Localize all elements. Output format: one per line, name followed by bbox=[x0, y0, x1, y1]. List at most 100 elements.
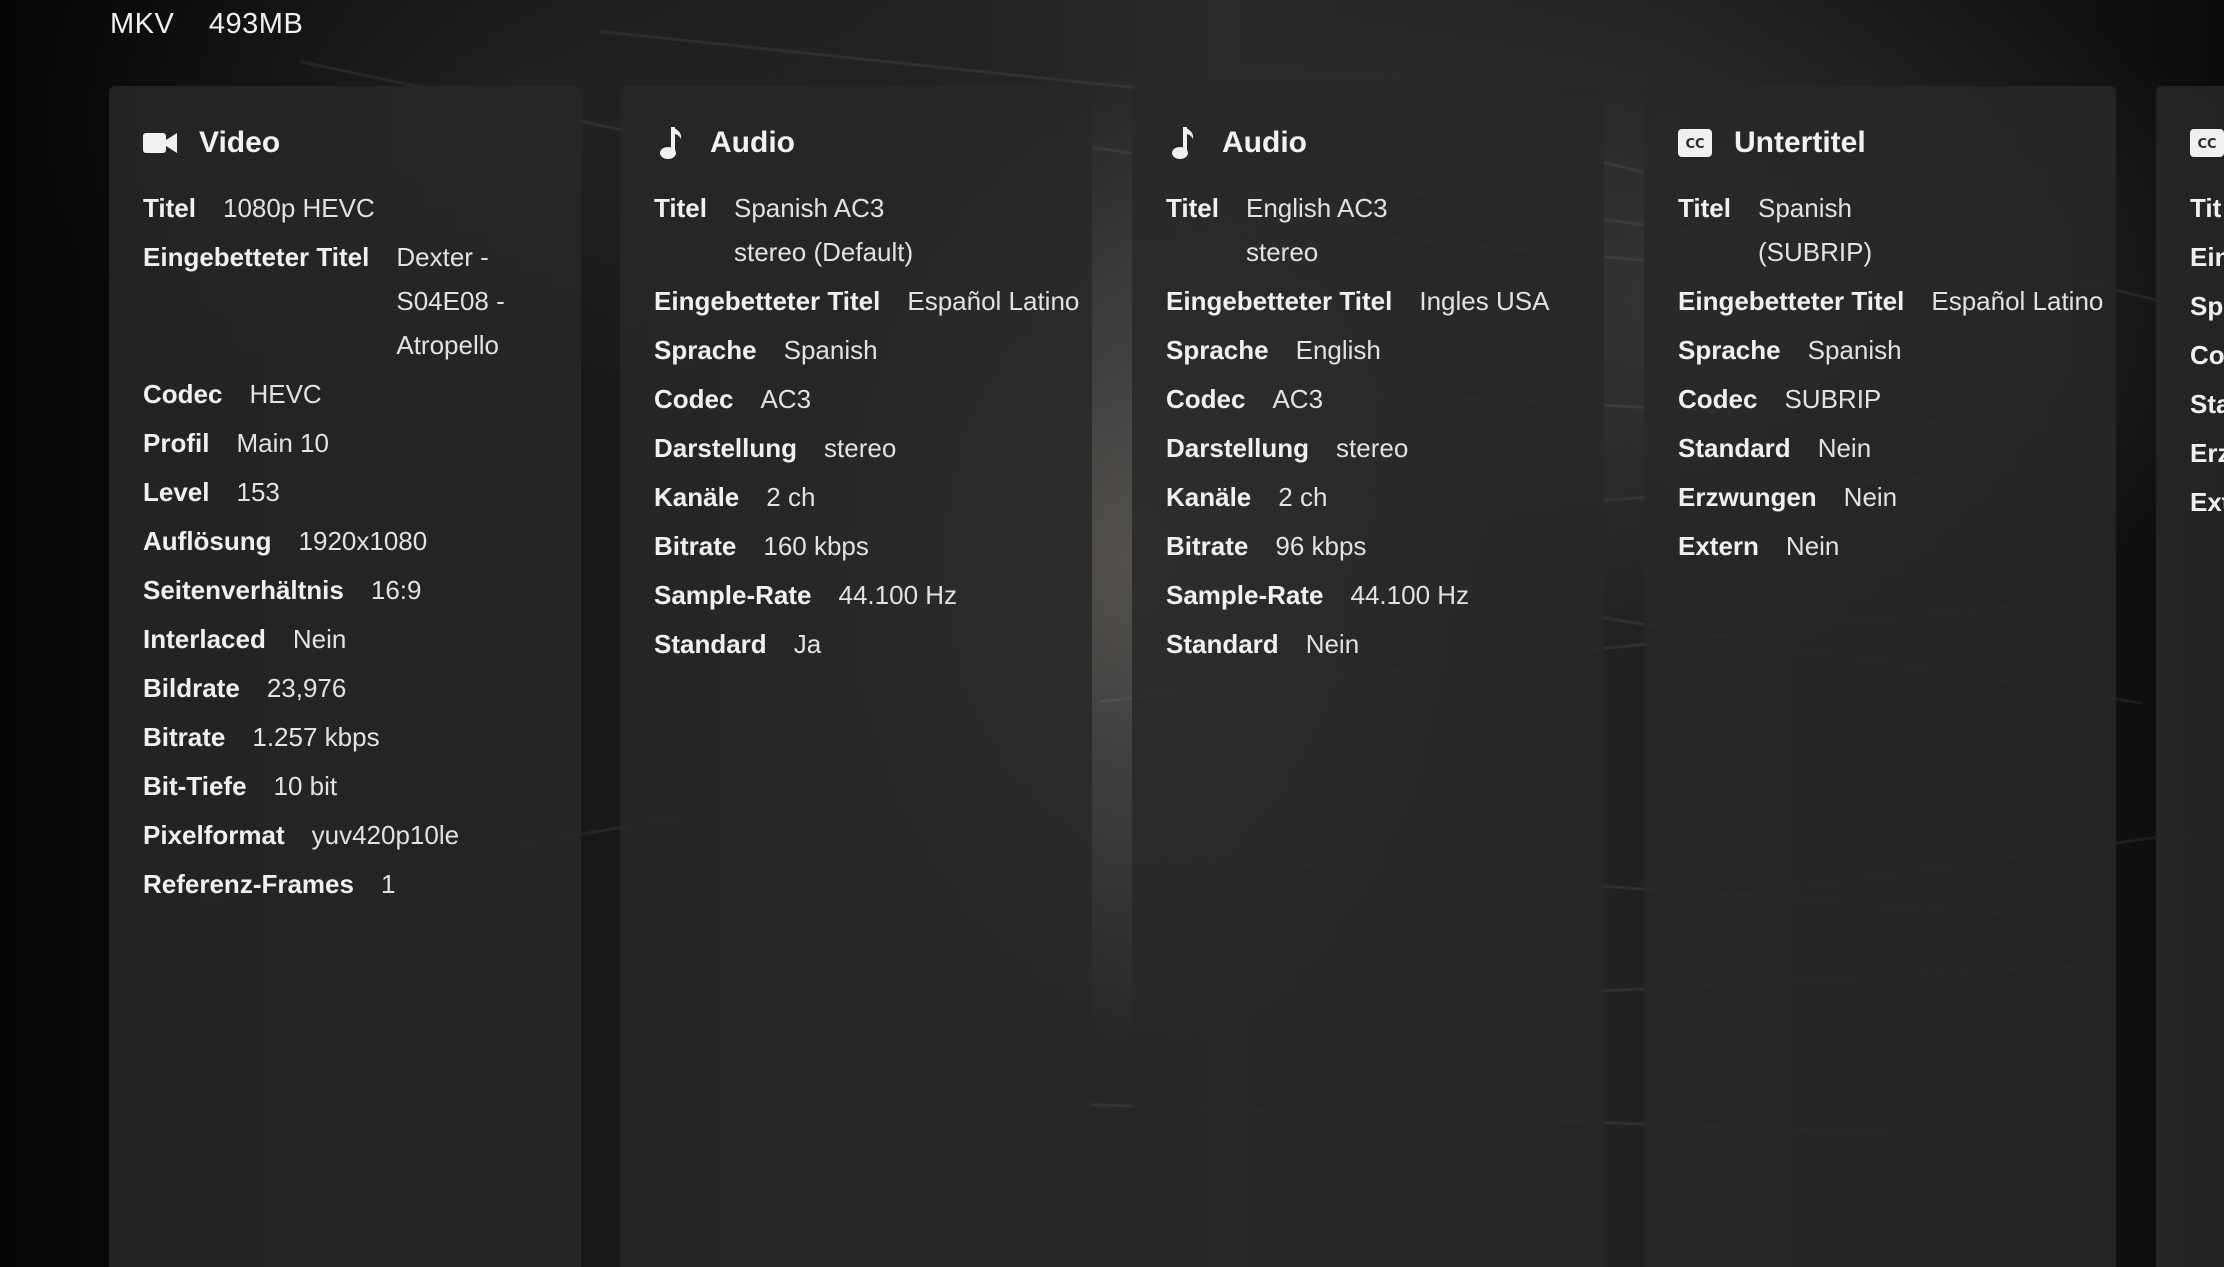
info-value: 10 bit bbox=[273, 771, 338, 801]
info-label: Co bbox=[2190, 340, 2224, 370]
info-label: Bit-Tiefe bbox=[143, 771, 247, 801]
info-value: 44.100 Hz bbox=[1350, 580, 1470, 610]
info-row: Profil Main 10 bbox=[143, 421, 581, 465]
info-row: Sample-Rate 44.100 Hz bbox=[1166, 573, 1604, 617]
card-title: Audio bbox=[710, 126, 795, 159]
info-label: Bitrate bbox=[654, 531, 737, 561]
info-value: 1080p HEVC bbox=[222, 193, 375, 223]
info-label: Sp bbox=[2190, 291, 2224, 321]
card-title: Untertitel bbox=[1734, 126, 1866, 159]
info-row: Darstellung stereo bbox=[1166, 426, 1604, 470]
info-label: Sample-Rate bbox=[1166, 580, 1324, 610]
info-row: Bitrate 160 kbps bbox=[654, 524, 1092, 568]
info-row: Codec AC3 bbox=[654, 377, 1092, 421]
info-label: Titel bbox=[654, 193, 707, 223]
info-label: Eingebetteter Titel bbox=[143, 242, 370, 272]
music-note-icon bbox=[654, 126, 688, 160]
info-value: stereo bbox=[1336, 433, 1409, 463]
card-header: CC bbox=[2190, 122, 2224, 164]
info-row: Titel English AC3 stereo bbox=[1166, 186, 1604, 274]
info-row: Interlaced Nein bbox=[143, 617, 581, 661]
info-label: Seitenverhältnis bbox=[143, 575, 344, 605]
info-row: Standard Nein bbox=[1678, 426, 2116, 470]
info-row: Tit bbox=[2190, 186, 2224, 230]
info-row: Level 153 bbox=[143, 470, 581, 514]
info-row: Kanäle 2 ch bbox=[654, 475, 1092, 519]
info-label: Interlaced bbox=[143, 624, 266, 654]
info-row: Darstellung stereo bbox=[654, 426, 1092, 470]
info-value: 23,976 bbox=[266, 673, 347, 703]
info-row: Referenz-Frames 1 bbox=[143, 862, 581, 906]
stream-card-3[interactable]: Audio Titel English AC3 stereo Eingebettete… bbox=[1132, 86, 1604, 1267]
info-value: stereo bbox=[824, 433, 897, 463]
svg-text:CC: CC bbox=[2197, 137, 2216, 152]
music-note-icon bbox=[1166, 126, 1200, 160]
info-row: Sta bbox=[2190, 382, 2224, 426]
info-row: Kanäle 2 ch bbox=[1166, 475, 1604, 519]
info-label: Level bbox=[143, 477, 210, 507]
info-label: Sprache bbox=[1678, 335, 1781, 365]
info-row: Standard Ja bbox=[654, 622, 1092, 666]
info-label: Sample-Rate bbox=[654, 580, 812, 610]
info-value: Nein bbox=[1785, 531, 1840, 561]
info-row: Standard Nein bbox=[1166, 622, 1604, 666]
info-row: Co bbox=[2190, 333, 2224, 377]
info-value: 1.257 kbps bbox=[252, 722, 380, 752]
info-row: Bitrate 96 kbps bbox=[1166, 524, 1604, 568]
info-label: Erz bbox=[2190, 438, 2224, 468]
info-row: Titel 1080p HEVC bbox=[143, 186, 581, 230]
info-row: Eingebetteter Titel Dexter - S04E08 - Atr… bbox=[143, 235, 581, 367]
stream-card-1[interactable]: Video Titel 1080p HEVC Eingebetteter Titel D… bbox=[109, 86, 581, 1267]
info-row: Titel Spanish (SUBRIP) bbox=[1678, 186, 2116, 274]
card-title: Video bbox=[199, 126, 281, 159]
info-value: Nein bbox=[1817, 433, 1872, 463]
info-value: Dexter - S04E08 - Atropello bbox=[396, 242, 505, 360]
info-value: 153 bbox=[236, 477, 280, 507]
info-row: Seitenverhältnis 16:9 bbox=[143, 568, 581, 612]
info-label: Bitrate bbox=[143, 722, 226, 752]
info-value: English AC3 stereo bbox=[1245, 193, 1388, 267]
svg-text:CC: CC bbox=[1685, 137, 1704, 152]
info-label: Standard bbox=[1166, 629, 1279, 659]
info-label: Darstellung bbox=[654, 433, 798, 463]
file-size: 493MB bbox=[208, 8, 304, 40]
info-row: Eingebetteter Titel Español Latino bbox=[654, 279, 1092, 323]
info-value: HEVC bbox=[249, 379, 322, 409]
info-row: Sp bbox=[2190, 284, 2224, 328]
card-title: Audio bbox=[1222, 126, 1307, 159]
info-row: Pixelformat yuv420p10le bbox=[143, 813, 581, 857]
closed-caption-icon: CC bbox=[1678, 126, 1712, 160]
info-label: Bildrate bbox=[143, 673, 240, 703]
info-label: Kanäle bbox=[654, 482, 740, 512]
info-label: Titel bbox=[143, 193, 196, 223]
info-value: Español Latino bbox=[907, 286, 1080, 316]
info-row: Sprache Spanish bbox=[654, 328, 1092, 372]
info-row: Bildrate 23,976 bbox=[143, 666, 581, 710]
info-label: Titel bbox=[1678, 193, 1731, 223]
stream-card-2[interactable]: Audio Titel Spanish AC3 stereo (Default) Ei… bbox=[620, 86, 1092, 1267]
info-value: Main 10 bbox=[236, 428, 329, 458]
info-value: yuv420p10le bbox=[311, 820, 460, 850]
info-row: Eingebetteter Titel Ingles USA bbox=[1166, 279, 1604, 323]
info-label: Profil bbox=[143, 428, 210, 458]
card-header: Video bbox=[143, 122, 581, 164]
info-row: Codec HEVC bbox=[143, 372, 581, 416]
info-label: Titel bbox=[1166, 193, 1219, 223]
info-label: Sta bbox=[2190, 389, 2224, 419]
stream-card-4[interactable]: CC Untertitel Titel Spanish (SUBRIP) Eingebe… bbox=[1644, 86, 2116, 1267]
info-label: Standard bbox=[654, 629, 767, 659]
info-value: AC3 bbox=[1272, 384, 1324, 414]
info-value: 2 ch bbox=[766, 482, 816, 512]
info-value: 160 kbps bbox=[763, 531, 869, 561]
info-label: Codec bbox=[654, 384, 734, 414]
info-row: Bit-Tiefe 10 bit bbox=[143, 764, 581, 808]
info-value: Español Latino bbox=[1931, 286, 2104, 316]
info-value: 44.100 Hz bbox=[838, 580, 958, 610]
card-header: Audio bbox=[1166, 122, 1604, 164]
info-value: Nein bbox=[1305, 629, 1360, 659]
stream-card-5[interactable]: CC Tit Ein Sp Co Sta Erz Ext bbox=[2156, 86, 2224, 1267]
info-label: Codec bbox=[1166, 384, 1246, 414]
info-value: Nein bbox=[1843, 482, 1898, 512]
info-value: Spanish bbox=[1807, 335, 1902, 365]
info-label: Sprache bbox=[654, 335, 757, 365]
